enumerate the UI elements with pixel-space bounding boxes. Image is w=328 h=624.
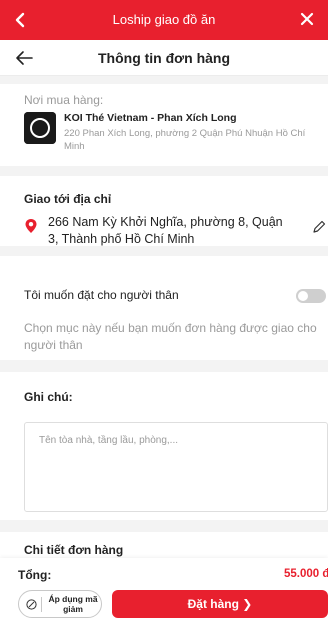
page-header: Thông tin đơn hàng [0,40,328,76]
place-order-label: Đặt hàng ❯ [187,597,253,611]
store-label: Nơi mua hàng: [24,93,104,107]
app-topbar: Loship giao đồ ăn [0,0,328,40]
app-title: Loship giao đồ ăn [112,12,216,27]
total-value: 55.000 đ [284,568,328,580]
note-label: Ghi chú: [24,390,73,404]
apply-voucher-button[interactable]: Áp dụng mã giảm [18,590,102,618]
page-title: Thông tin đơn hàng [97,50,231,66]
relative-order-toggle[interactable] [296,289,326,303]
note-section: Ghi chú: Tên tòa nhà, tầng lầu, phòng,..… [0,372,328,520]
voucher-icon [26,599,37,610]
total-label: Tổng: [18,568,52,582]
place-order-button[interactable]: Đặt hàng ❯ [112,590,328,618]
store-section: Nơi mua hàng: KOI Thé Vietnam - Phan Xíc… [0,84,328,166]
checkout-footer: Tổng: 55.000 đ Áp dụng mã giảm Đặt hàng … [0,558,328,624]
store-name: KOI Thé Vietnam - Phan Xích Long [64,112,237,124]
section-divider [0,246,328,256]
store-address: 220 Phan Xích Long, phường 2 Quận Phú Nh… [64,128,306,152]
relative-order-label: Tôi muốn đặt cho người thân [24,288,179,302]
relative-order-section: Tôi muốn đặt cho người thân Chọn mục này… [0,256,328,360]
delivery-label: Giao tới địa chỉ [24,192,112,206]
voucher-label: Áp dụng mã giảm [48,594,98,614]
close-icon[interactable] [298,10,316,28]
section-divider [0,360,328,372]
section-divider [0,520,328,532]
note-input[interactable]: Tên tòa nhà, tầng lầu, phòng,... [24,422,328,512]
pencil-icon[interactable] [312,220,326,234]
store-logo [24,112,56,144]
delivery-section: Giao tới địa chỉ 266 Nam Kỳ Khởi Nghĩa, … [0,176,328,246]
section-divider [0,76,328,84]
voucher-divider [41,597,42,612]
section-divider [0,166,328,176]
relative-order-hint: Chọn mục này nếu bạn muốn đơn hàng được … [24,321,317,352]
toggle-knob [298,291,308,301]
location-pin-icon [25,219,37,233]
order-details-label: Chi tiết đơn hàng [24,543,124,557]
delivery-address[interactable]: 266 Nam Kỳ Khởi Nghĩa, phường 8, Quận 3,… [48,214,288,248]
